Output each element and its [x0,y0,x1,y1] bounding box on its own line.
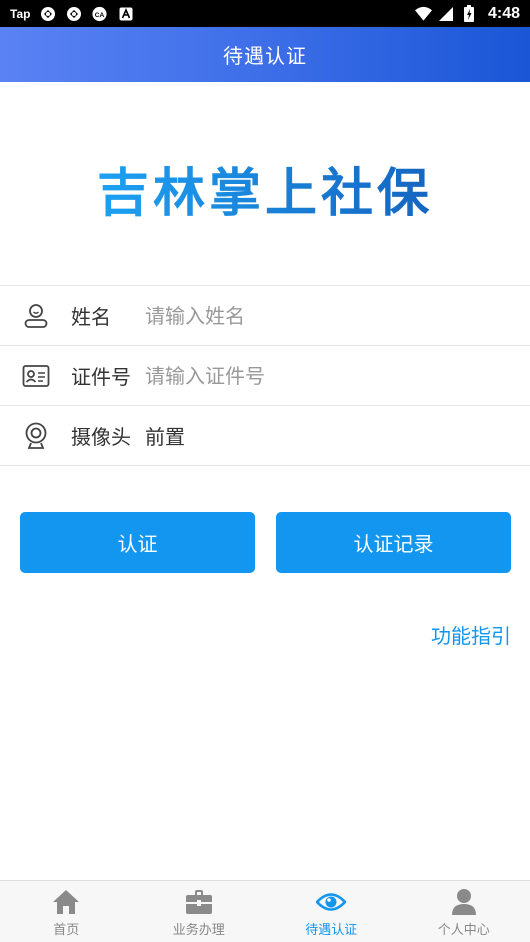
tap-app-label: Tap [10,6,31,21]
page-title: 待遇认证 [223,44,307,68]
font-app-icon [117,5,134,22]
title-bar: 待遇认证 [0,27,530,82]
name-input[interactable] [145,303,445,328]
sync-icon-2 [65,5,82,22]
home-icon [51,887,81,917]
tab-business[interactable]: 业务办理 [133,881,266,942]
camera-row[interactable]: 摄像头 前置 [0,405,530,466]
auth-form: 姓名 证件号 摄像头 前置 [0,285,530,466]
tab-business-label: 业务办理 [172,923,225,938]
auth-button[interactable]: 认证 [20,512,255,573]
status-bar: Tap CA 4:48 [0,0,530,27]
person-icon [449,887,479,917]
tab-profile[interactable]: 个人中心 [398,881,530,942]
name-label: 姓名 [71,305,111,329]
name-row: 姓名 [0,285,530,345]
tab-profile-label: 个人中心 [437,923,490,938]
battery-icon [461,5,478,22]
webcam-icon [20,420,52,452]
user-icon [20,300,52,332]
app-logo-text: 吉林掌上社保 [97,151,433,226]
cloud-app-icon: CA [91,5,108,22]
briefcase-icon [184,887,214,917]
id-number-row: 证件号 [0,345,530,405]
tab-home[interactable]: 首页 [0,881,133,942]
tab-benefit-auth-label: 待遇认证 [305,923,358,938]
bottom-tab-bar: 首页 业务办理 待遇认证 个人中心 [0,880,530,942]
eye-icon [316,887,347,917]
logo-area: 吉林掌上社保 [0,82,530,285]
auth-records-button[interactable]: 认证记录 [276,512,511,573]
id-number-input[interactable] [145,363,445,388]
tab-home-label: 首页 [53,923,80,938]
svg-text:CA: CA [95,11,105,18]
clock: 4:48 [487,4,520,22]
sync-icon [39,5,56,22]
function-guide-link[interactable]: 功能指引 [431,620,511,649]
signal-icon [438,5,455,22]
id-number-label: 证件号 [71,365,131,389]
tab-benefit-auth[interactable]: 待遇认证 [265,881,398,942]
camera-value[interactable]: 前置 [145,421,185,450]
id-card-icon [20,360,52,392]
wifi-icon [414,5,432,22]
camera-label: 摄像头 [71,425,131,449]
